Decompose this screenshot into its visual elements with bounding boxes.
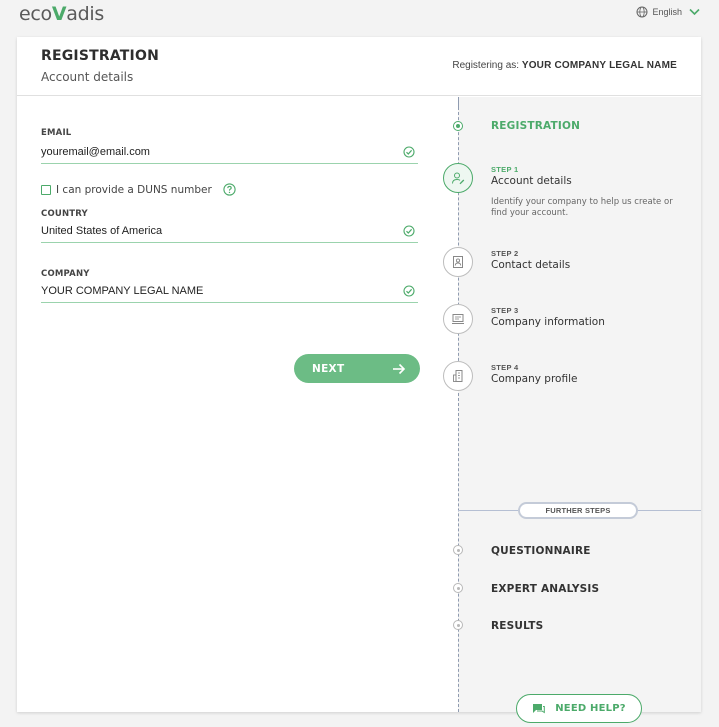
company-label: COMPANY [41,269,90,279]
step-1-name: Account details [491,175,572,187]
step-4-node [443,361,473,391]
results-node [453,620,463,630]
step-2-name: Contact details [491,259,571,271]
registering-label: Registering as: [452,60,520,71]
further-item-results: RESULTS [491,620,544,632]
progress-panel: REGISTRATION STEP 1 Account details Iden… [443,97,701,723]
country-label: COUNTRY [41,209,88,219]
help-question-icon[interactable] [223,183,236,196]
company-field[interactable]: YOUR COMPANY LEGAL NAME [41,283,418,303]
step-1-number: STEP 1 [491,165,519,174]
contact-card-icon [453,256,463,268]
check-circle-icon [403,146,415,158]
page-subtitle: Account details [41,70,134,84]
step-1-node [443,163,473,193]
need-help-button[interactable]: NEED HELP? [516,694,642,723]
building-icon [453,370,463,382]
logo-suffix: adis [66,3,104,25]
email-value: youremail@email.com [41,146,150,158]
step-2: STEP 2 Contact details [491,249,570,271]
further-steps-badge: FURTHER STEPS [518,502,638,519]
step-4-number: STEP 4 [491,363,519,372]
check-circle-icon [403,285,415,297]
registering-as: Registering as: YOUR COMPANY LEGAL NAME [452,60,677,71]
step-2-node [443,247,473,277]
step-3-number: STEP 3 [491,306,519,315]
arrow-right-icon [393,363,406,374]
duns-option[interactable]: I can provide a DUNS number [41,183,236,196]
next-button[interactable]: NEXT [294,354,420,383]
registration-card: REGISTRATION Account details Registering… [17,37,701,723]
step-3-node [443,304,473,334]
registration-node [453,121,463,131]
country-value: United States of America [41,225,163,237]
progress-title: REGISTRATION [491,120,581,132]
further-item-questionnaire: QUESTIONNAIRE [491,545,591,557]
country-field[interactable]: United States of America [41,223,418,243]
next-button-label: NEXT [312,362,345,375]
step-3: STEP 3 Company information [491,306,605,328]
chat-icon [533,703,546,713]
company-value: YOUR COMPANY LEGAL NAME [41,285,204,297]
step-1-description: Identify your company to help us create … [491,197,673,218]
duns-checkbox[interactable] [41,184,51,195]
language-label: English [652,7,682,17]
check-circle-icon [403,225,415,237]
ecovadis-logo[interactable]: ecoVadis [19,3,104,25]
top-bar: ecoVadis English [0,0,719,34]
card-header: REGISTRATION Account details Registering… [17,37,701,96]
step-1: STEP 1 Account details Identify your com… [491,165,691,219]
expert-analysis-node [453,583,463,593]
chevron-down-icon [689,8,700,16]
duns-label: I can provide a DUNS number [56,183,212,196]
further-item-expert-analysis: EXPERT ANALYSIS [491,583,600,595]
user-edit-icon [452,172,465,185]
company-info-icon [452,314,464,324]
step-4: STEP 4 Company profile [491,363,577,385]
logo-v: V [51,3,67,25]
email-field[interactable]: youremail@email.com [41,144,418,164]
questionnaire-node [453,545,463,555]
logo-prefix: eco [19,3,52,25]
registering-value: YOUR COMPANY LEGAL NAME [521,60,677,71]
step-2-number: STEP 2 [491,249,519,258]
need-help-label: NEED HELP? [555,703,626,714]
step-4-name: Company profile [491,373,578,385]
step-3-name: Company information [491,316,605,328]
email-label: EMAIL [41,128,72,138]
progress-line-top [458,97,459,107]
globe-icon [636,6,648,18]
language-selector[interactable]: English [636,6,700,18]
page-title: REGISTRATION [41,48,159,64]
